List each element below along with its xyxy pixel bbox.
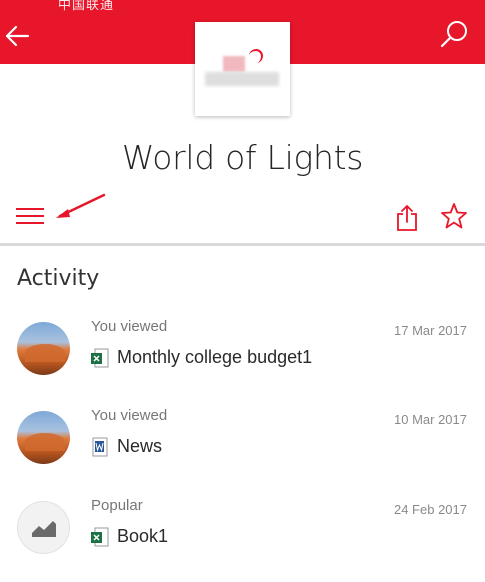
- activity-date: 10 Mar 2017: [394, 412, 467, 427]
- avatar: [17, 411, 70, 464]
- star-icon: [441, 203, 467, 229]
- activity-label: You viewed: [91, 407, 168, 424]
- back-arrow-icon: [5, 25, 30, 47]
- trending-icon: [31, 520, 56, 537]
- status-bar-carrier: 中国联通: [58, 0, 115, 12]
- activity-date: 17 Mar 2017: [394, 323, 467, 338]
- hamburger-menu-icon-line: [16, 208, 44, 210]
- hamburger-menu-icon-line: [16, 222, 44, 224]
- activity-heading: Activity: [17, 266, 100, 291]
- site-title: World of Lights: [121, 138, 364, 177]
- activity-label: You viewed: [91, 318, 168, 335]
- avatar: [17, 501, 70, 554]
- avatar: [17, 322, 70, 375]
- file-name[interactable]: Monthly college budget1: [117, 347, 312, 368]
- activity-date: 24 Feb 2017: [393, 502, 467, 517]
- annotation-arrow-icon: [56, 193, 106, 218]
- file-name[interactable]: News: [117, 436, 162, 457]
- logo-arc: [249, 49, 263, 63]
- favorite-button[interactable]: [440, 202, 468, 230]
- share-button[interactable]: [395, 204, 419, 232]
- activity-item[interactable]: You viewed 10 Mar 2017 News: [0, 405, 485, 485]
- site-toolbar: [0, 192, 485, 246]
- word-file-icon: [92, 437, 108, 457]
- hamburger-menu-button[interactable]: [16, 208, 44, 230]
- share-icon: [397, 205, 417, 231]
- search-icon: [440, 21, 467, 48]
- search-button[interactable]: [437, 18, 471, 52]
- hamburger-menu-icon-line: [16, 215, 44, 217]
- site-logo: [195, 22, 290, 116]
- logo-mark: [223, 56, 245, 72]
- activity-label: Popular: [91, 497, 143, 514]
- excel-file-icon: [91, 348, 109, 368]
- activity-item[interactable]: Popular 24 Feb 2017 Book1: [0, 495, 485, 575]
- logo-text-blurred: [205, 72, 279, 86]
- file-name[interactable]: Book1: [117, 526, 168, 547]
- activity-item[interactable]: You viewed 17 Mar 2017 Monthly college b…: [0, 316, 485, 396]
- back-button[interactable]: [2, 20, 34, 52]
- excel-file-icon: [91, 527, 109, 547]
